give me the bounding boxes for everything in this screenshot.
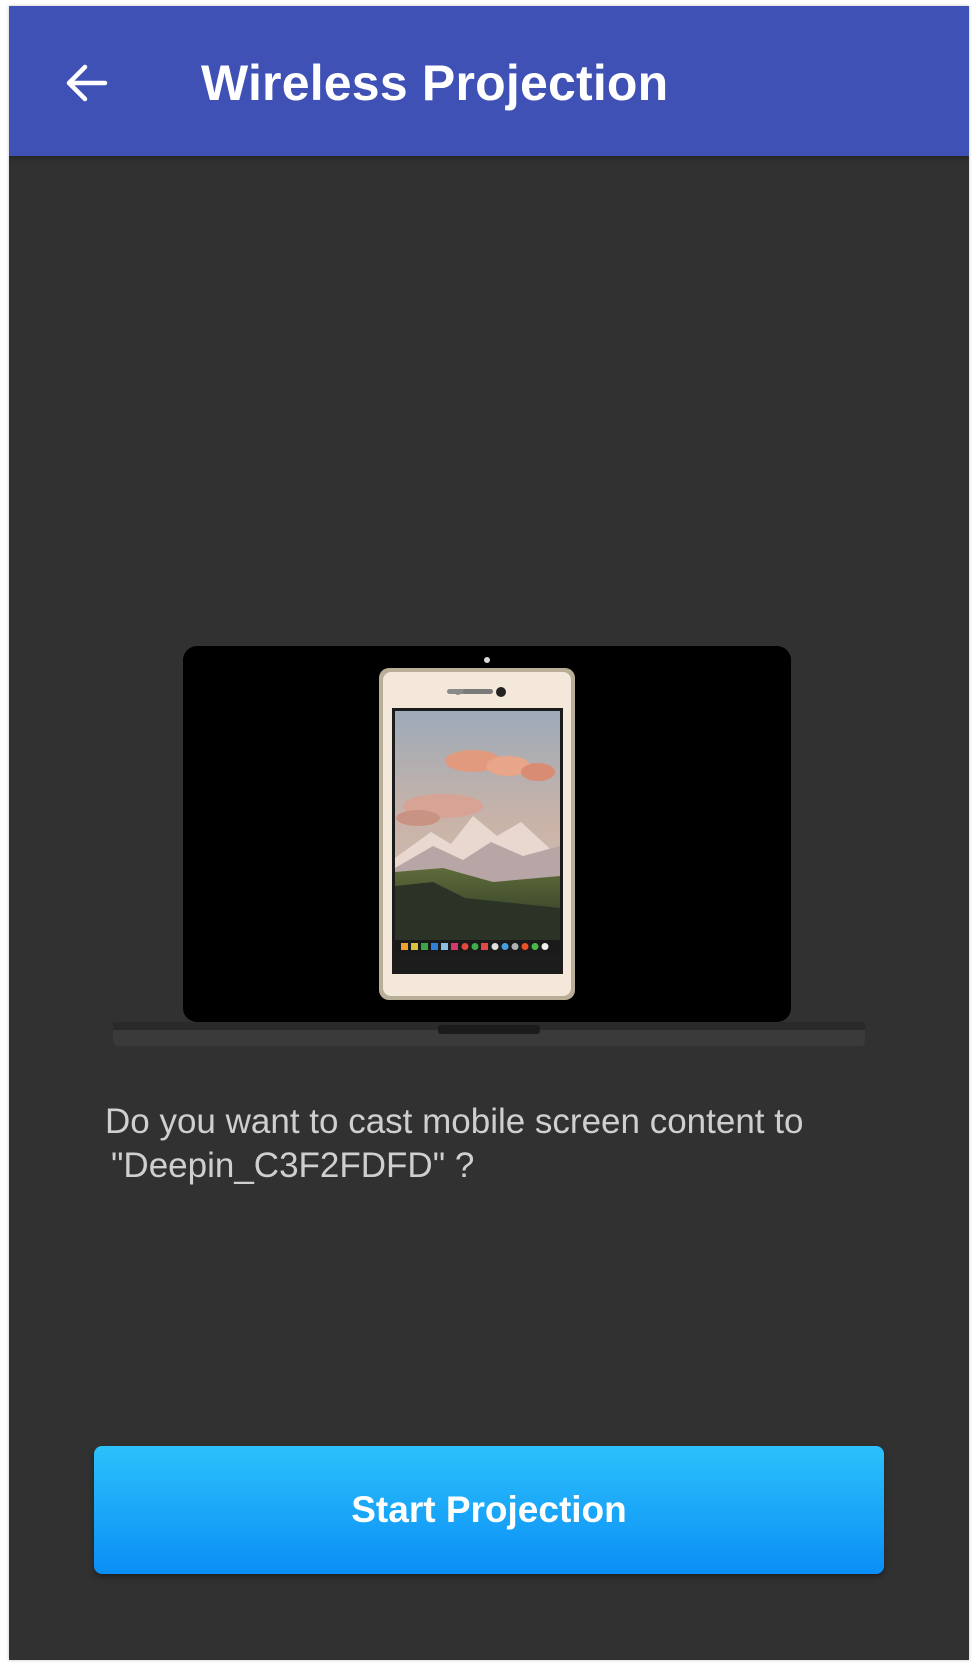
page-title: Wireless Projection <box>201 55 669 111</box>
screen: Wireless Projection Do you want to cast … <box>9 6 969 1660</box>
phone-graphic <box>379 668 575 1000</box>
projection-illustration <box>113 646 865 1048</box>
arrow-left-icon <box>66 64 108 102</box>
back-button[interactable] <box>61 58 111 108</box>
message-line-2: "Deepin_C3F2FDFD" ? <box>111 1146 475 1185</box>
laptop-with-phone-illustration <box>113 646 865 1048</box>
laptop-camera <box>484 657 490 663</box>
start-projection-button[interactable]: Start Projection <box>94 1446 884 1574</box>
cast-confirmation-message: Do you want to cast mobile screen conten… <box>105 1100 885 1188</box>
message-line-1: Do you want to cast mobile screen conten… <box>105 1102 804 1141</box>
app-bar: Wireless Projection <box>9 6 969 156</box>
